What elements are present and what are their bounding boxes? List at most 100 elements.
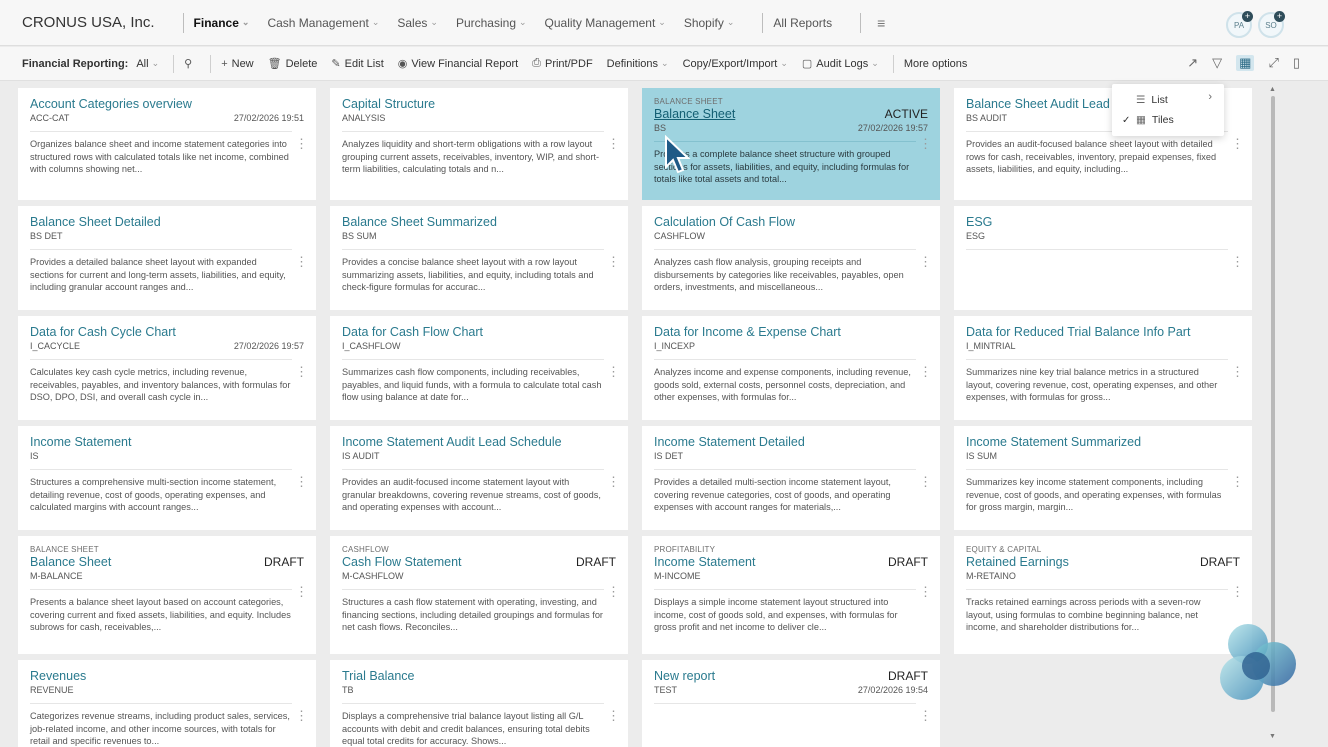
filter-all-dropdown[interactable]: All ⌄ xyxy=(136,58,159,70)
more-options-button[interactable]: More options xyxy=(904,58,968,70)
nav-quality-management[interactable]: Quality Management ⌄ xyxy=(545,16,666,30)
avatar[interactable]: PA + xyxy=(1226,11,1253,38)
report-tile[interactable]: Account Categories overview ACC-CAT 27/02/… xyxy=(18,88,316,200)
tile-title-link[interactable]: New report xyxy=(654,669,715,683)
tile-title-link[interactable]: Balance Sheet Audit Lead S xyxy=(966,97,1122,111)
print-pdf-button[interactable]: ⎙ Print/PDF xyxy=(532,57,593,70)
more-options-icon[interactable]: ⋮ xyxy=(295,584,308,600)
tile-title-link[interactable]: Calculation Of Cash Flow xyxy=(654,215,795,229)
report-tile[interactable]: New report DRAFT TEST 27/02/2026 19:54 ⋮ xyxy=(642,660,940,747)
report-tile[interactable]: Balance Sheet Detailed BS DET Provides a d… xyxy=(18,206,316,310)
report-tile[interactable]: PROFITABILITY Income Statement DRAFT M-INCO… xyxy=(642,536,940,654)
more-options-icon[interactable]: ⋮ xyxy=(607,708,620,724)
scroll-down-arrow-icon[interactable]: ▼ xyxy=(1269,733,1276,740)
more-options-icon[interactable]: ⋮ xyxy=(919,136,932,152)
tile-title-link[interactable]: Balance Sheet Summarized xyxy=(342,215,497,229)
more-options-icon[interactable]: ⋮ xyxy=(295,708,308,724)
edit-list-button[interactable]: ✎ Edit List xyxy=(331,57,383,71)
copilot-icon[interactable] xyxy=(1210,620,1300,708)
tile-title-link[interactable]: Income Statement Detailed xyxy=(654,435,805,449)
tile-title-link[interactable]: Income Statement xyxy=(30,435,131,449)
tile-title-link[interactable]: ESG xyxy=(966,215,992,229)
filter-icon[interactable]: ▽ xyxy=(1212,55,1222,71)
more-options-icon[interactable]: ⋮ xyxy=(919,254,932,270)
definitions-menu[interactable]: Definitions ⌄ xyxy=(607,58,669,70)
more-options-icon[interactable]: ⋮ xyxy=(1231,136,1244,152)
report-tile[interactable]: Data for Income & Expense Chart I_INCEXP A… xyxy=(642,316,940,420)
view-option-tiles[interactable]: ✓ ▦ Tiles xyxy=(1112,110,1224,130)
chevron-right-icon[interactable]: › xyxy=(1208,91,1212,103)
more-options-icon[interactable]: ⋮ xyxy=(919,474,932,490)
bookmark-icon[interactable]: ▯ xyxy=(1293,55,1300,71)
copy-export-import-menu[interactable]: Copy/Export/Import ⌄ xyxy=(683,58,788,70)
expand-icon[interactable]: ⤢ xyxy=(1268,55,1278,71)
more-options-icon[interactable]: ⋮ xyxy=(607,474,620,490)
view-financial-report-button[interactable]: ◉ View Financial Report xyxy=(398,57,518,71)
report-tile[interactable]: CASHFLOW Cash Flow Statement DRAFT M-CASHFL… xyxy=(330,536,628,654)
tiles-view-icon[interactable]: ▦ xyxy=(1236,55,1255,71)
nav-sales[interactable]: Sales ⌄ xyxy=(397,16,438,30)
report-tile[interactable]: Data for Reduced Trial Balance Info Part… xyxy=(954,316,1252,420)
more-options-icon[interactable]: ⋮ xyxy=(295,364,308,380)
search-button[interactable]: ⚲ xyxy=(184,57,196,70)
report-tile[interactable]: Income Statement IS Structures a comprehen… xyxy=(18,426,316,530)
tile-title-link[interactable]: Account Categories overview xyxy=(30,97,192,111)
more-options-icon[interactable]: ⋮ xyxy=(919,584,932,600)
nav-finance[interactable]: Finance ⌄ xyxy=(194,16,250,30)
report-tile[interactable]: Capital Structure ANALYSIS Analyzes liquid… xyxy=(330,88,628,200)
nav-all-reports[interactable]: All Reports xyxy=(773,16,832,30)
nav-purchasing[interactable]: Purchasing ⌄ xyxy=(456,16,527,30)
tile-title-link[interactable]: Trial Balance xyxy=(342,669,415,683)
tile-title-link[interactable]: Income Statement xyxy=(654,555,755,569)
tile-title-link[interactable]: Retained Earnings xyxy=(966,555,1069,569)
tile-title-link[interactable]: Balance Sheet xyxy=(30,555,111,569)
more-options-icon[interactable]: ⋮ xyxy=(295,136,308,152)
report-tile[interactable]: Revenues REVENUE Categorizes revenue strea… xyxy=(18,660,316,747)
more-options-icon[interactable]: ⋮ xyxy=(919,708,932,724)
report-tile[interactable]: BALANCE SHEET Balance Sheet DRAFT M-BALANCE… xyxy=(18,536,316,654)
more-options-icon[interactable]: ⋮ xyxy=(295,254,308,270)
more-options-icon[interactable]: ⋮ xyxy=(1231,364,1244,380)
delete-button[interactable]: 🗑 Delete xyxy=(268,57,318,71)
nav-cash-management[interactable]: Cash Management ⌄ xyxy=(267,16,379,30)
tile-title-link[interactable]: Balance Sheet Detailed xyxy=(30,215,161,229)
report-tile[interactable]: Data for Cash Flow Chart I_CASHFLOW Summar… xyxy=(330,316,628,420)
report-tile[interactable]: Trial Balance TB Displays a comprehensive … xyxy=(330,660,628,747)
report-tile[interactable]: Income Statement Audit Lead Schedule IS A… xyxy=(330,426,628,530)
more-options-icon[interactable]: ⋮ xyxy=(919,364,932,380)
tile-title-link[interactable]: Data for Income & Expense Chart xyxy=(654,325,841,339)
report-tile[interactable]: Balance Sheet Summarized BS SUM Provides a… xyxy=(330,206,628,310)
tile-title-link[interactable]: Balance Sheet xyxy=(654,107,735,121)
more-options-icon[interactable]: ⋮ xyxy=(1231,584,1244,600)
more-options-icon[interactable]: ⋮ xyxy=(1231,474,1244,490)
company-name[interactable]: CRONUS USA, Inc. xyxy=(22,14,155,31)
more-options-icon[interactable]: ⋮ xyxy=(607,364,620,380)
new-button[interactable]: + New xyxy=(221,58,253,70)
tile-title-link[interactable]: Income Statement Audit Lead Schedule xyxy=(342,435,562,449)
report-tile[interactable]: Calculation Of Cash Flow CASHFLOW Analyzes… xyxy=(642,206,940,310)
hamburger-menu-icon[interactable]: ≡ xyxy=(877,15,885,31)
nav-shopify[interactable]: Shopify ⌄ xyxy=(684,16,735,30)
more-options-icon[interactable]: ⋮ xyxy=(295,474,308,490)
tile-title-link[interactable]: Capital Structure xyxy=(342,97,435,111)
tile-title-link[interactable]: Income Statement Summarized xyxy=(966,435,1141,449)
audit-logs-menu[interactable]: ▢ Audit Logs ⌄ xyxy=(802,57,879,71)
report-tile[interactable]: EQUITY & CAPITAL Retained Earnings DRAFT M-… xyxy=(954,536,1252,654)
tile-title-link[interactable]: Data for Cash Cycle Chart xyxy=(30,325,176,339)
tile-title-link[interactable]: Data for Cash Flow Chart xyxy=(342,325,483,339)
more-options-icon[interactable]: ⋮ xyxy=(607,584,620,600)
scroll-up-arrow-icon[interactable]: ▲ xyxy=(1269,86,1276,93)
report-tile[interactable]: ESG ESG ⋮ xyxy=(954,206,1252,310)
more-options-icon[interactable]: ⋮ xyxy=(607,254,620,270)
tile-title-link[interactable]: Data for Reduced Trial Balance Info Part xyxy=(966,325,1190,339)
report-tile[interactable]: Income Statement Summarized IS SUM Summari… xyxy=(954,426,1252,530)
view-option-list[interactable]: ☰ List xyxy=(1112,90,1224,110)
tile-title-link[interactable]: Cash Flow Statement xyxy=(342,555,462,569)
more-options-icon[interactable]: ⋮ xyxy=(607,136,620,152)
report-tile[interactable]: Data for Cash Cycle Chart I_CACYCLE 27/02/… xyxy=(18,316,316,420)
share-icon[interactable]: ↗ xyxy=(1187,55,1198,71)
avatar[interactable]: SO + xyxy=(1258,11,1285,38)
report-tile[interactable]: Income Statement Detailed IS DET Provides … xyxy=(642,426,940,530)
tile-title-link[interactable]: Revenues xyxy=(30,669,86,683)
more-options-icon[interactable]: ⋮ xyxy=(1231,254,1244,270)
